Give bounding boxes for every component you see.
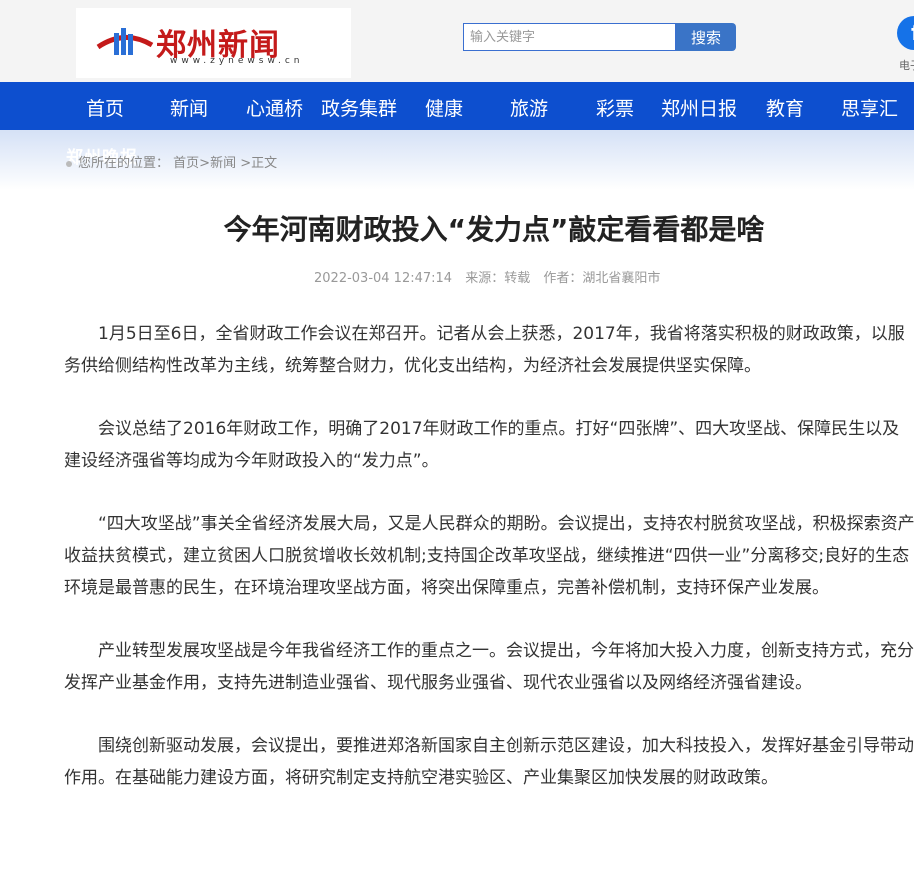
nav-item-news[interactable]: 新闻 [170,94,208,121]
nav-item-lottery[interactable]: 彩票 [596,94,634,121]
article-body: 1月5日至6日，全省财政工作会议在郑召开。记者从会上获悉，2017年，我省将落实… [64,318,914,825]
nav-item-zhengzhou-daily[interactable]: 郑州日报 [661,94,737,121]
breadcrumb-home[interactable]: 首页 [173,156,199,171]
site-header: 郑州新闻 www.zynewsw.cn 搜索 f 电子版 [0,0,914,82]
article-title: 今年河南财政投入“发力点”敲定看看都是啥 [223,213,765,246]
breadcrumb-news[interactable]: 新闻 [210,156,236,171]
breadcrumb: 您所在的位置： 首页>新闻 >正文 [66,152,277,171]
article-paragraph: 会议总结了2016年财政工作，明确了2017年财政工作的重点。打好“四张牌”、四… [64,419,900,471]
breadcrumb-prefix: 您所在的位置： [78,156,170,171]
article-author: 作者：湖北省襄阳市 [543,271,661,286]
article-paragraph: 1月5日至6日，全省财政工作会议在郑召开。记者从会上获悉，2017年，我省将落实… [64,324,905,376]
nav-item-government[interactable]: 政务集群 [321,94,397,121]
nav-item-home[interactable]: 首页 [86,94,124,121]
nav-item-health[interactable]: 健康 [425,94,463,121]
breadcrumb-current: 正文 [251,156,278,171]
nav-item-sixianghui[interactable]: 思享汇 [841,94,898,121]
epaper-link[interactable]: 电子版 [899,57,914,73]
facebook-icon[interactable]: f [897,16,914,50]
site-logo[interactable]: 郑州新闻 www.zynewsw.cn [76,8,351,78]
logo-mark-icon [96,28,154,55]
breadcrumb-separator: > [199,156,211,171]
article-paragraph: “四大攻坚战”事关全省经济发展大局，又是人民群众的期盼。会议提出，支持农村脱贫攻… [64,514,914,598]
article-date: 2022-03-04 12:47:14 [314,271,453,286]
logo-url: www.zynewsw.cn [170,56,304,66]
search-input[interactable] [463,23,676,51]
nav-item-education[interactable]: 教育 [766,94,804,121]
article-source: 来源：转载 [465,271,531,286]
article-meta: 2022-03-04 12:47:14 来源：转载 作者：湖北省襄阳市 [314,267,669,286]
search-button[interactable]: 搜索 [676,23,736,51]
main-nav: 首页 新闻 心通桥 政务集群 健康 旅游 彩票 郑州日报 教育 思享汇 [0,82,914,130]
nav-item-travel[interactable]: 旅游 [510,94,548,121]
article-paragraph: 产业转型发展攻坚战是今年我省经济工作的重点之一。会议提出，今年将加大投入力度，创… [64,641,914,693]
nav-item-xintongqiao[interactable]: 心通桥 [246,94,303,121]
breadcrumb-separator: > [236,156,252,171]
bullet-icon [66,160,72,167]
article-paragraph: 围绕创新驱动发展，会议提出，要推进郑洛新国家自主创新示范区建设，加大科技投入，发… [64,736,914,788]
